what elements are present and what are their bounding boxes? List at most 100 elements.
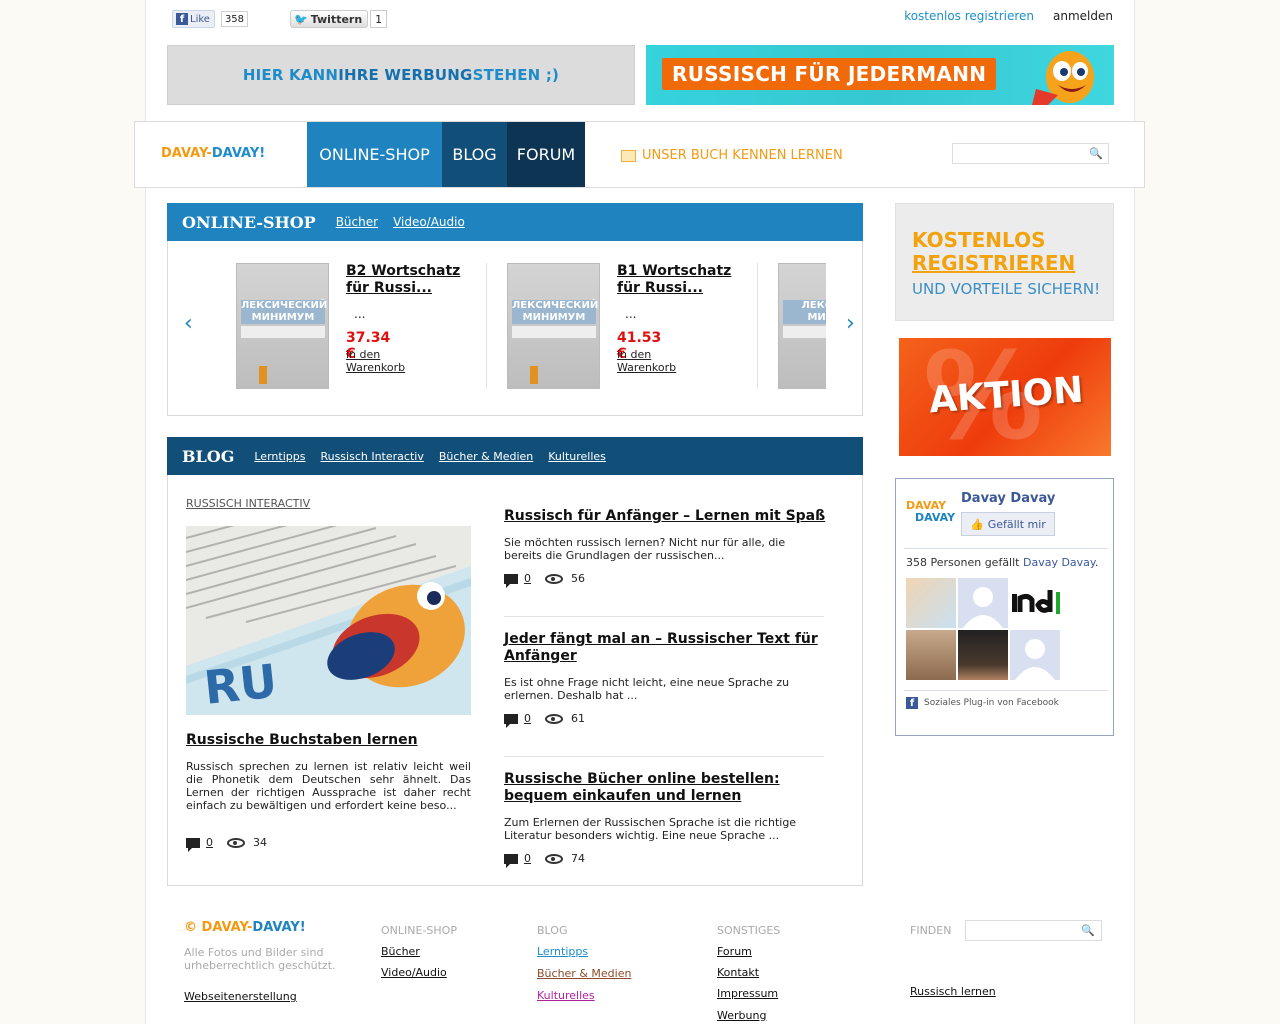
blog-link-lerntipps[interactable]: Lerntipps <box>254 450 305 463</box>
register-promo-line-1: KOSTENLOS <box>912 228 1046 252</box>
fan-avatar[interactable] <box>958 630 1008 680</box>
twitter-widget[interactable]: 🐦 Twittern 1 <box>290 10 388 28</box>
fan-avatar[interactable] <box>1010 578 1060 628</box>
ad-banner-russisch[interactable]: RUSSISCH FÜR JEDERMANN <box>646 45 1114 105</box>
product-description: ... <box>625 307 637 321</box>
facebook-page-avatar[interactable]: DAVAY DAVAY <box>906 500 955 528</box>
views-icon <box>545 713 563 724</box>
facebook-like-button[interactable]: f Like <box>172 10 215 28</box>
fan-avatar[interactable] <box>906 630 956 680</box>
twitter-button[interactable]: 🐦 Twittern <box>290 10 369 28</box>
article-meta: 0 74 <box>504 852 585 868</box>
product-carousel: ‹ ЛЕКСИЧЕСКИЙ МИНИМУМ B2 Wortschatz für … <box>167 241 863 416</box>
register-promo-banner[interactable]: KOSTENLOS REGISTRIEREN UND VORTEILE SICH… <box>895 203 1114 321</box>
shop-link-video-audio[interactable]: Video/Audio <box>393 215 465 229</box>
footer-col-sonstiges-heading: SONSTIGES <box>717 924 781 937</box>
footer-link-buecher[interactable]: Bücher <box>381 945 420 958</box>
comment-count[interactable]: 0 <box>524 852 531 865</box>
facebook-gefaellt-mir-button[interactable]: 👍 Gefällt mir <box>961 512 1055 536</box>
blog-link-kulturelles[interactable]: Kulturelles <box>548 450 606 463</box>
product-description: ... <box>354 307 366 321</box>
featured-article-title[interactable]: Russische Buchstaben lernen <box>186 732 418 748</box>
facebook-page-name[interactable]: Davay Davay <box>961 491 1055 506</box>
view-count: 61 <box>571 712 585 725</box>
article-title[interactable]: Russische Bücher online bestellen: beque… <box>504 771 829 805</box>
fan-avatar[interactable] <box>958 578 1008 628</box>
footer-logo-part-2: DAVAY! <box>252 920 306 935</box>
facebook-icon: f <box>176 13 188 25</box>
add-to-cart-link[interactable]: in den Warenkorb <box>617 348 676 374</box>
footer-link-werbung[interactable]: Werbung <box>717 1009 766 1022</box>
comment-count[interactable]: 0 <box>206 836 213 849</box>
product-cover-title: ЛЕКСИЧЕСКИЙ МИНИМУМ <box>241 300 328 324</box>
footer-find-label: FINDEN <box>910 924 952 937</box>
aktion-banner[interactable]: % AKTION <box>899 338 1111 456</box>
featured-article-image[interactable]: RU <box>186 526 471 715</box>
blog-section-header: BLOG Lerntipps Russisch Interactiv Büche… <box>167 437 863 475</box>
views-icon <box>545 853 563 864</box>
featured-image-text: RU <box>202 654 280 715</box>
facebook-like-widget[interactable]: f Like 358 <box>172 10 249 28</box>
facebook-fan-avatars <box>906 578 1062 680</box>
login-link[interactable]: anmelden <box>1053 9 1113 23</box>
comment-count[interactable]: 0 <box>524 712 531 725</box>
views-icon <box>227 837 245 848</box>
ad-banner-placeholder[interactable]: HIER KANN IHRE WERBUNG STEHEN ;) <box>167 45 635 105</box>
facebook-page-widget: DAVAY DAVAY Davay Davay 👍 Gefällt mir 35… <box>895 478 1114 736</box>
footer-link-buecher-medien[interactable]: Bücher & Medien <box>537 967 631 980</box>
search-icon[interactable]: 🔍 <box>1081 924 1095 937</box>
facebook-fan-count-link[interactable]: Davay Davay <box>1023 556 1095 569</box>
site-logo[interactable]: DAVAY-DAVAY! <box>161 146 265 161</box>
main-navbar: DAVAY-DAVAY! ONLINE-SHOP BLOG FORUM UNSE… <box>134 121 1145 188</box>
fan-avatar[interactable] <box>1010 630 1060 680</box>
footer-russisch-lernen-link[interactable]: Russisch lernen <box>910 985 996 998</box>
mascot-icon <box>1032 51 1094 105</box>
comment-count[interactable]: 0 <box>524 572 531 585</box>
product-cover-image[interactable]: ЛЕКСИЧЕСКИЙ МИНИМУМ <box>236 263 329 389</box>
featured-category-link[interactable]: RUSSISCH INTERACTIV <box>186 497 310 510</box>
product-cover-image[interactable]: ЛЕКСИЧЕСКИЙ МИНИМУМ <box>507 263 600 389</box>
carousel-prev-icon[interactable]: ‹ <box>184 311 193 336</box>
nav-forum[interactable]: FORUM <box>507 122 585 187</box>
footer-search-input[interactable]: 🔍 <box>965 920 1102 941</box>
product-cover-image[interactable]: ЛЕКСИЧ МИНИ <box>778 263 826 389</box>
book-promo-link[interactable]: UNSER BUCH KENNEN LERNEN <box>621 148 843 163</box>
product-cover-title: ЛЕКСИЧЕСКИЙ МИНИМУМ <box>512 300 599 324</box>
facebook-gefaellt-mir-label: Gefällt mir <box>987 517 1046 531</box>
product-title[interactable]: B2 Wortschatz für Russi... <box>346 263 471 297</box>
blog-link-buecher-medien[interactable]: Bücher & Medien <box>439 450 533 463</box>
article-title[interactable]: Jeder fängt mal an – Russischer Text für… <box>504 631 829 665</box>
nav-blog[interactable]: BLOG <box>442 122 507 187</box>
footer-copyright: Alle Fotos und Bilder sind urheberrechtl… <box>184 946 336 972</box>
default-avatar-icon <box>1010 630 1060 680</box>
footer-link-lerntipps[interactable]: Lerntipps <box>537 945 588 958</box>
search-input[interactable]: 🔍 <box>952 143 1109 164</box>
views-icon <box>545 573 563 584</box>
search-icon[interactable]: 🔍 <box>1089 147 1103 160</box>
footer-link-impressum[interactable]: Impressum <box>717 987 778 1000</box>
article-title[interactable]: Russisch für Anfänger – Lernen mit Spaß <box>504 508 829 525</box>
article-excerpt: Es ist ohne Frage nicht leicht, eine neu… <box>504 676 790 702</box>
default-avatar-icon <box>958 578 1008 628</box>
footer-webdesign-link[interactable]: Webseitenerstellung <box>184 990 297 1003</box>
product-title[interactable]: B1 Wortschatz für Russi... <box>617 263 742 297</box>
nav-online-shop[interactable]: ONLINE-SHOP <box>307 122 442 187</box>
footer-col-blog-heading: BLOG <box>537 924 568 937</box>
register-promo-line-3: UND VORTEILE SICHERN! <box>912 280 1101 298</box>
register-link[interactable]: kostenlos registrieren <box>904 9 1034 23</box>
facebook-fan-count: 358 Personen gefällt Davay Davay. <box>906 556 1098 569</box>
footer-link-kulturelles[interactable]: Kulturelles <box>537 989 595 1002</box>
footer-link-forum[interactable]: Forum <box>717 945 752 958</box>
carousel-next-icon[interactable]: › <box>846 311 855 336</box>
comment-icon <box>504 573 518 588</box>
footer-link-video-audio[interactable]: Video/Audio <box>381 966 447 979</box>
twitter-bird-icon: 🐦 <box>294 12 308 26</box>
divider <box>904 548 1108 549</box>
blog-link-russisch-interactiv[interactable]: Russisch Interactiv <box>320 450 423 463</box>
footer-link-kontakt[interactable]: Kontakt <box>717 966 759 979</box>
add-to-cart-link[interactable]: in den Warenkorb <box>346 348 405 374</box>
product-cover-title: ЛЕКСИЧ МИНИ <box>783 300 826 324</box>
article-excerpt: Zum Erlernen der Russischen Sprache ist … <box>504 816 797 842</box>
shop-link-buecher[interactable]: Bücher <box>336 215 378 229</box>
fan-avatar[interactable] <box>906 578 956 628</box>
